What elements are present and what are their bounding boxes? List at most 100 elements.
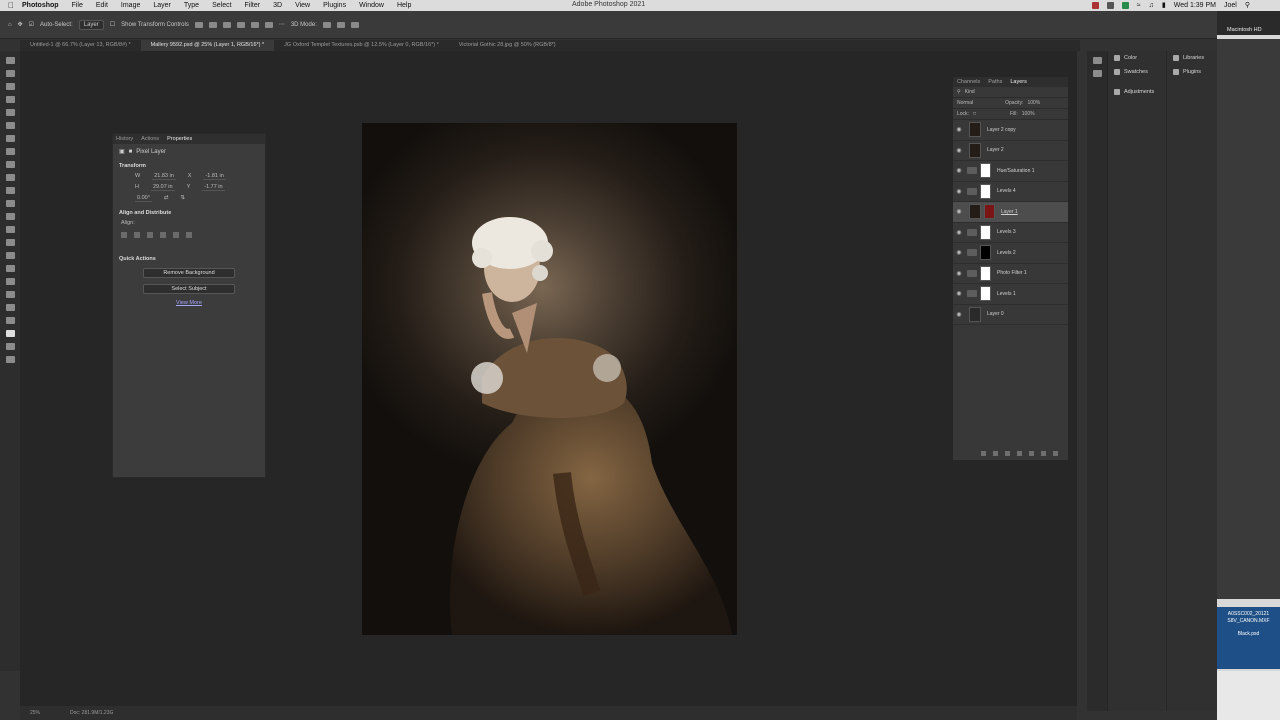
clock[interactable]: Wed 1:39 PM <box>1174 2 1216 9</box>
file-name[interactable]: A0SSC002_20121 S8V_CANON.MXF <box>1217 611 1280 625</box>
crop-tool-icon[interactable] <box>5 109 15 116</box>
adjustments-panel-tab[interactable]: Adjustments <box>1108 85 1165 99</box>
visibility-eye-icon[interactable]: ◉ <box>953 311 965 318</box>
align-top-icon[interactable] <box>160 232 166 238</box>
screen-mode-icon[interactable] <box>5 356 15 363</box>
layer-name[interactable]: Layer 2 copy <box>987 127 1016 133</box>
add-mask-icon[interactable] <box>1005 450 1010 456</box>
auto-select-checkbox[interactable]: ☑ <box>29 21 34 28</box>
volume-icon[interactable]: ♫ <box>1149 2 1154 9</box>
y-field[interactable]: -1.77 in <box>202 184 225 191</box>
visibility-eye-icon[interactable]: ◉ <box>953 167 965 174</box>
align-left-icon[interactable] <box>121 232 127 238</box>
view-more-link[interactable]: View More <box>113 300 265 306</box>
align-icon[interactable] <box>194 21 203 28</box>
marquee-tool-icon[interactable] <box>5 70 15 77</box>
align-icon[interactable] <box>208 21 217 28</box>
layer-row[interactable]: ◉ Photo Filter 1 <box>953 264 1068 284</box>
more-icon[interactable]: ⋯ <box>279 21 285 28</box>
visibility-eye-icon[interactable]: ◉ <box>953 147 965 154</box>
layer-row-selected[interactable]: ◉ Layer 1 <box>953 202 1068 223</box>
lock-icon[interactable]: □ <box>973 111 976 117</box>
layer-mask-thumbnail[interactable] <box>980 286 991 302</box>
layer-mask-thumbnail[interactable] <box>980 163 991 179</box>
menu-image[interactable]: Image <box>121 2 140 9</box>
move-tool-icon[interactable] <box>5 57 15 64</box>
paragraph-panel-icon[interactable] <box>1092 70 1102 77</box>
character-panel-icon[interactable] <box>1092 57 1102 64</box>
search-icon[interactable]: ⚲ <box>1245 1 1250 9</box>
visibility-eye-icon[interactable]: ◉ <box>953 208 965 215</box>
new-adjustment-icon[interactable] <box>1017 450 1022 456</box>
blend-mode-dropdown[interactable]: Normal <box>957 100 973 106</box>
visibility-eye-icon[interactable]: ◉ <box>953 126 965 133</box>
menu-filter[interactable]: Filter <box>245 2 261 9</box>
pen-tool-icon[interactable] <box>5 239 15 246</box>
doc-size[interactable]: Doc: 281.9M/1.23G <box>70 710 113 716</box>
type-tool-icon[interactable] <box>5 252 15 259</box>
distribute-icon[interactable] <box>236 21 245 28</box>
show-transform-checkbox[interactable]: ☐ <box>110 21 115 28</box>
fx-icon[interactable] <box>993 450 998 456</box>
select-subject-button[interactable]: Select Subject <box>143 284 235 294</box>
wifi-icon[interactable]: ≈ <box>1137 2 1141 9</box>
drive-label[interactable]: Macintosh HD <box>1217 11 1280 35</box>
layer-row[interactable]: ◉ Layer 2 copy <box>953 120 1068 141</box>
plugins-panel-tab[interactable]: Plugins <box>1167 65 1217 79</box>
angle-field[interactable]: 0.00° <box>135 195 152 202</box>
visibility-eye-icon[interactable]: ◉ <box>953 270 965 277</box>
layer-name[interactable]: Layer 1 <box>1001 209 1018 215</box>
tab-properties[interactable]: Properties <box>167 136 192 142</box>
foreground-color-swatch[interactable] <box>5 330 15 337</box>
menu-3d[interactable]: 3D <box>273 2 282 9</box>
distribute-icon[interactable] <box>264 21 273 28</box>
flip-vertical-icon[interactable]: ⇅ <box>181 195 186 202</box>
flip-horizontal-icon[interactable]: ⇄ <box>164 195 169 202</box>
auto-select-dropdown[interactable]: Layer <box>78 19 104 30</box>
menu-edit[interactable]: Edit <box>96 2 108 9</box>
layer-name[interactable]: Hue/Saturation 1 <box>997 168 1035 174</box>
visibility-eye-icon[interactable]: ◉ <box>953 229 965 236</box>
healing-tool-icon[interactable] <box>5 135 15 142</box>
move-tool-icon[interactable]: ✥ <box>18 21 23 28</box>
eyedropper-tool-icon[interactable] <box>5 122 15 129</box>
3d-icon[interactable] <box>322 21 331 28</box>
layer-mask-thumbnail[interactable] <box>980 183 991 199</box>
shape-tool-icon[interactable] <box>5 278 15 285</box>
fill-field[interactable]: 100% <box>1022 111 1035 117</box>
home-icon[interactable]: ⌂ <box>8 22 12 28</box>
doc-tab-active[interactable]: Mallery 9592.psd @ 25% (Layer 1, RGB/16*… <box>140 40 275 51</box>
doc-tab[interactable]: Victorial Gothic 28.jpg @ 50% (RGB/8*) <box>449 40 566 51</box>
layer-row[interactable]: ◉ Layer 0 <box>953 305 1068 325</box>
document-canvas-image[interactable] <box>362 123 737 635</box>
layer-name[interactable]: Layer 0 <box>987 311 1004 317</box>
width-field[interactable]: 21.83 in <box>152 173 176 180</box>
tab-actions[interactable]: Actions <box>141 136 159 142</box>
menu-window[interactable]: Window <box>359 2 384 9</box>
tab-layers[interactable]: Layers <box>1010 79 1027 85</box>
new-group-icon[interactable] <box>1029 450 1034 456</box>
stamp-tool-icon[interactable] <box>5 161 15 168</box>
zoom-tool-icon[interactable] <box>5 304 15 311</box>
layer-name[interactable]: Levels 1 <box>997 291 1016 297</box>
remove-background-button[interactable]: Remove Background <box>143 268 235 278</box>
dodge-tool-icon[interactable] <box>5 226 15 233</box>
layer-mask-thumbnail[interactable] <box>984 204 995 220</box>
layer-mask-thumbnail[interactable] <box>980 245 991 261</box>
link-layers-icon[interactable] <box>981 450 986 456</box>
gradient-tool-icon[interactable] <box>5 200 15 207</box>
height-field[interactable]: 29.07 in <box>150 184 175 191</box>
blur-tool-icon[interactable] <box>5 213 15 220</box>
menu-file[interactable]: File <box>72 2 83 9</box>
status-icon[interactable] <box>1106 1 1114 9</box>
brush-tool-icon[interactable] <box>5 148 15 155</box>
menu-select[interactable]: Select <box>212 2 231 9</box>
swatches-panel-tab[interactable]: Swatches <box>1108 65 1165 79</box>
opacity-field[interactable]: 100% <box>1027 100 1040 106</box>
menu-plugins[interactable]: Plugins <box>323 2 346 9</box>
visibility-eye-icon[interactable]: ◉ <box>953 188 965 195</box>
tab-history[interactable]: History <box>116 136 133 142</box>
menu-help[interactable]: Help <box>397 2 411 9</box>
x-field[interactable]: -1.81 in <box>203 173 226 180</box>
layer-name[interactable]: Levels 3 <box>997 229 1016 235</box>
